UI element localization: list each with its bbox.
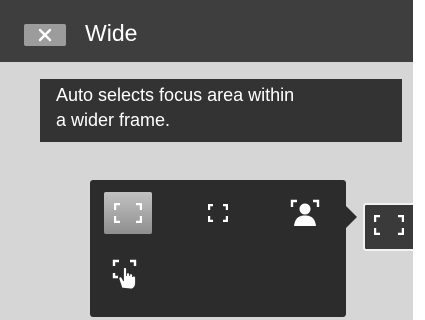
mode-title: Wide — [85, 20, 138, 46]
current-focus-mode-button[interactable] — [363, 203, 413, 251]
title-bar: Wide — [0, 0, 413, 62]
focus-option-spot[interactable] — [194, 192, 242, 234]
camera-lcd-screen: Wide Auto selects focus area within a wi… — [0, 0, 425, 320]
focus-option-wide[interactable] — [104, 192, 152, 234]
close-x-icon — [38, 28, 52, 42]
face-detect-icon — [290, 199, 320, 227]
spot-focus-brackets-icon — [208, 204, 228, 222]
close-button[interactable] — [24, 24, 66, 46]
focus-option-face[interactable] — [281, 192, 329, 234]
mode-description-line-2: a wider frame. — [56, 110, 171, 130]
wide-focus-brackets-icon — [114, 203, 142, 223]
focus-mode-menu — [90, 180, 346, 317]
touch-focus-icon — [111, 258, 145, 292]
mode-description-line-1: Auto selects focus area within — [56, 85, 295, 105]
focus-option-touch[interactable] — [104, 254, 152, 296]
mode-description: Auto selects focus area within a wider f… — [40, 79, 402, 142]
menu-pointer-arrow — [346, 206, 357, 228]
wide-focus-brackets-icon — [373, 214, 405, 240]
